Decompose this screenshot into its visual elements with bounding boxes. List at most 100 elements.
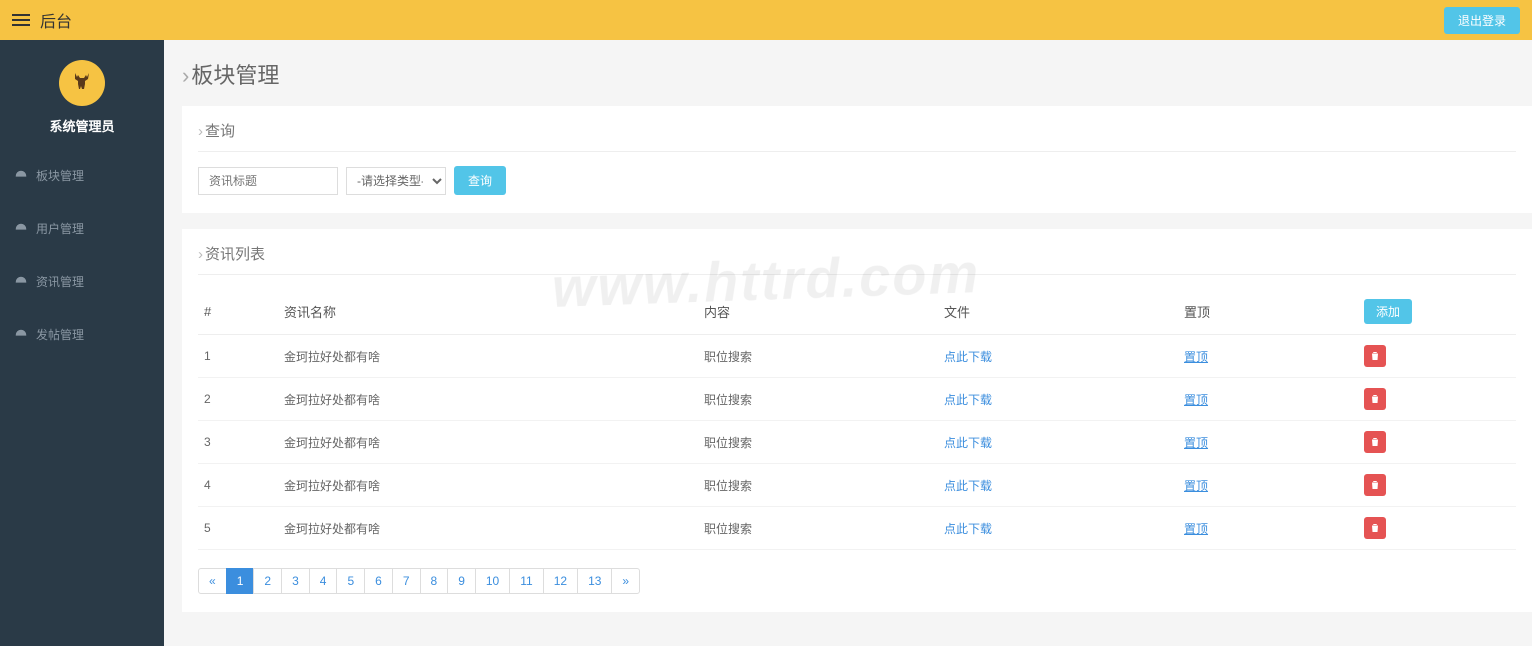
header: 后台 退出登录 bbox=[0, 0, 1532, 40]
download-link[interactable]: 点此下载 bbox=[944, 393, 992, 407]
dashboard-icon bbox=[14, 169, 28, 183]
page-next[interactable]: » bbox=[611, 568, 640, 594]
query-panel: ›查询 -请选择类型- 查询 bbox=[182, 106, 1532, 213]
sidebar-item-board[interactable]: 板块管理 bbox=[0, 149, 164, 202]
col-file: 文件 bbox=[938, 289, 1178, 335]
cell-idx: 1 bbox=[198, 335, 278, 378]
trash-icon bbox=[1369, 393, 1381, 405]
type-select[interactable]: -请选择类型- bbox=[346, 167, 446, 195]
table-row: 4金珂拉好处都有啥职位搜索点此下载 置顶 bbox=[198, 464, 1516, 507]
page-11[interactable]: 11 bbox=[509, 568, 543, 594]
cell-content: 职位搜索 bbox=[698, 378, 938, 421]
table-row: 2金珂拉好处都有啥职位搜索点此下载置顶 bbox=[198, 378, 1516, 421]
table-row: 3金珂拉好处都有啥职位搜索点此下载置顶 bbox=[198, 421, 1516, 464]
cell-top: 置顶 bbox=[1178, 421, 1358, 464]
download-link[interactable]: 点此下载 bbox=[944, 350, 992, 364]
cell-name: 金珂拉好处都有啥 bbox=[278, 464, 698, 507]
search-input[interactable] bbox=[198, 167, 338, 195]
page-4[interactable]: 4 bbox=[309, 568, 338, 594]
sidebar-item-label: 用户管理 bbox=[36, 220, 84, 237]
cell-action bbox=[1358, 378, 1516, 421]
search-button[interactable]: 查询 bbox=[454, 166, 506, 195]
sidebar-item-label: 板块管理 bbox=[36, 167, 84, 184]
page-8[interactable]: 8 bbox=[420, 568, 449, 594]
col-top: 置顶 bbox=[1178, 289, 1358, 335]
top-link[interactable]: 置顶 bbox=[1184, 350, 1208, 364]
cell-file: 点此下载 bbox=[938, 335, 1178, 378]
trash-icon bbox=[1369, 350, 1381, 362]
col-idx: # bbox=[198, 289, 278, 335]
data-table: # 资讯名称 内容 文件 置顶 添加 1金珂拉好处都有啥职位搜索点此下载置顶2金… bbox=[198, 289, 1516, 550]
cell-name: 金珂拉好处都有啥 bbox=[278, 335, 698, 378]
list-panel: ›资讯列表 # 资讯名称 内容 文件 置顶 添加 1金珂拉好处都有啥职位搜索点此… bbox=[182, 229, 1532, 612]
download-link[interactable]: 点此下载 bbox=[944, 522, 992, 536]
add-button[interactable]: 添加 bbox=[1364, 299, 1412, 324]
cell-file: 点此下载 bbox=[938, 378, 1178, 421]
cell-content: 职位搜索 bbox=[698, 464, 938, 507]
app-title: 后台 bbox=[40, 8, 72, 32]
sidebar-item-news[interactable]: 资讯管理 bbox=[0, 255, 164, 308]
cell-name: 金珂拉好处都有啥 bbox=[278, 378, 698, 421]
pagination: «12345678910111213» bbox=[198, 568, 1516, 594]
sidebar-item-post[interactable]: 发帖管理 bbox=[0, 308, 164, 361]
sidebar-item-label: 资讯管理 bbox=[36, 273, 84, 290]
delete-button[interactable] bbox=[1364, 474, 1386, 496]
page-9[interactable]: 9 bbox=[447, 568, 476, 594]
page-prev[interactable]: « bbox=[198, 568, 227, 594]
delete-button[interactable] bbox=[1364, 431, 1386, 453]
cell-idx: 4 bbox=[198, 464, 278, 507]
cell-action bbox=[1358, 464, 1516, 507]
cell-top: 置顶 bbox=[1178, 507, 1358, 550]
cell-content: 职位搜索 bbox=[698, 421, 938, 464]
sidebar-item-user[interactable]: 用户管理 bbox=[0, 202, 164, 255]
page-10[interactable]: 10 bbox=[475, 568, 510, 594]
page-1[interactable]: 1 bbox=[226, 568, 255, 594]
cell-top: 置顶 bbox=[1178, 335, 1358, 378]
trash-icon bbox=[1369, 522, 1381, 534]
sidebar-item-label: 发帖管理 bbox=[36, 326, 84, 343]
col-name: 资讯名称 bbox=[278, 289, 698, 335]
cell-idx: 5 bbox=[198, 507, 278, 550]
sidebar: 系统管理员 板块管理 用户管理 资讯管理 发帖管理 bbox=[0, 40, 164, 646]
cell-file: 点此下载 bbox=[938, 421, 1178, 464]
page-12[interactable]: 12 bbox=[543, 568, 578, 594]
table-row: 5金珂拉好处都有啥职位搜索点此下载置顶 bbox=[198, 507, 1516, 550]
trash-icon bbox=[1369, 436, 1381, 448]
page-13[interactable]: 13 bbox=[577, 568, 612, 594]
cell-action bbox=[1358, 507, 1516, 550]
delete-button[interactable] bbox=[1364, 345, 1386, 367]
dashboard-icon bbox=[14, 328, 28, 342]
cell-name: 金珂拉好处都有啥 bbox=[278, 421, 698, 464]
download-link[interactable]: 点此下载 bbox=[944, 479, 992, 493]
page-2[interactable]: 2 bbox=[253, 568, 282, 594]
page-6[interactable]: 6 bbox=[364, 568, 393, 594]
logout-button[interactable]: 退出登录 bbox=[1444, 7, 1520, 34]
top-link[interactable]: 置顶 bbox=[1184, 522, 1208, 536]
avatar bbox=[59, 60, 105, 106]
profile: 系统管理员 bbox=[0, 40, 164, 149]
download-link[interactable]: 点此下载 bbox=[944, 436, 992, 450]
page-3[interactable]: 3 bbox=[281, 568, 310, 594]
col-content: 内容 bbox=[698, 289, 938, 335]
list-heading: ›资讯列表 bbox=[198, 243, 1516, 275]
page-7[interactable]: 7 bbox=[392, 568, 421, 594]
page-title-text: 板块管理 bbox=[191, 63, 279, 88]
username: 系统管理员 bbox=[0, 116, 164, 135]
col-action: 添加 bbox=[1358, 289, 1516, 335]
page-5[interactable]: 5 bbox=[336, 568, 365, 594]
hamburger-icon[interactable] bbox=[12, 14, 30, 26]
delete-button[interactable] bbox=[1364, 388, 1386, 410]
top-link[interactable]: 置顶 bbox=[1184, 393, 1208, 407]
trash-icon bbox=[1369, 479, 1381, 491]
cell-content: 职位搜索 bbox=[698, 335, 938, 378]
cell-action bbox=[1358, 335, 1516, 378]
cell-name: 金珂拉好处都有啥 bbox=[278, 507, 698, 550]
delete-button[interactable] bbox=[1364, 517, 1386, 539]
cell-top: 置顶 bbox=[1178, 464, 1358, 507]
header-left: 后台 bbox=[12, 8, 72, 32]
search-row: -请选择类型- 查询 bbox=[198, 166, 1516, 195]
page-title: ›板块管理 bbox=[182, 58, 1532, 90]
dashboard-icon bbox=[14, 275, 28, 289]
top-link[interactable]: 置顶 bbox=[1184, 479, 1208, 493]
top-link[interactable]: 置顶 bbox=[1184, 436, 1208, 450]
